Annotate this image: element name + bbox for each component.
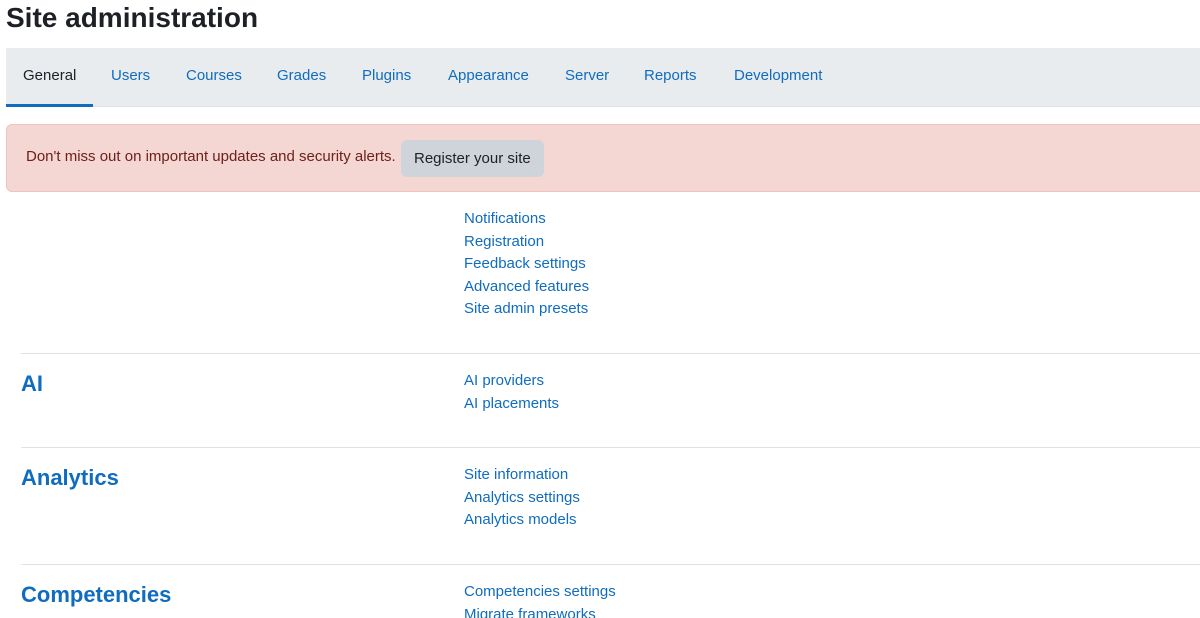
admin-tab-bar: General Users Courses Grades Plugins App… — [6, 48, 1200, 107]
tab-plugins[interactable]: Plugins — [345, 48, 428, 107]
analytics-links: Site information Analytics settings Anal… — [464, 464, 580, 532]
section-ai: AI AI providers AI placements — [21, 353, 1200, 448]
section-general: Notifications Registration Feedback sett… — [21, 207, 1200, 353]
tab-development[interactable]: Development — [717, 48, 839, 107]
tab-users[interactable]: Users — [94, 48, 167, 107]
tab-reports[interactable]: Reports — [627, 48, 714, 107]
list-item: Feedback settings — [464, 253, 589, 276]
tab-server[interactable]: Server — [548, 48, 626, 107]
list-item: Registration — [464, 231, 589, 254]
link-analytics-settings[interactable]: Analytics settings — [464, 489, 580, 506]
link-registration[interactable]: Registration — [464, 233, 544, 250]
alert-message: Don't miss out on important updates and … — [26, 148, 396, 165]
list-item: Site admin presets — [464, 298, 589, 321]
list-item: AI providers — [464, 370, 559, 393]
list-item: Site information — [464, 464, 580, 487]
tab-courses[interactable]: Courses — [169, 48, 259, 107]
link-competencies-settings[interactable]: Competencies settings — [464, 583, 616, 600]
link-notifications[interactable]: Notifications — [464, 210, 546, 227]
list-item: Analytics settings — [464, 487, 580, 510]
link-site-information[interactable]: Site information — [464, 466, 568, 483]
section-heading-competencies[interactable]: Competencies — [21, 582, 171, 608]
page: Site administration General Users Course… — [0, 0, 1200, 618]
link-feedback-settings[interactable]: Feedback settings — [464, 255, 586, 272]
list-item: Competencies settings — [464, 581, 616, 604]
list-item: Migrate frameworks — [464, 604, 616, 618]
link-site-admin-presets[interactable]: Site admin presets — [464, 300, 588, 317]
link-ai-providers[interactable]: AI providers — [464, 372, 544, 389]
tab-appearance[interactable]: Appearance — [431, 48, 546, 107]
list-item: Notifications — [464, 208, 589, 231]
link-advanced-features[interactable]: Advanced features — [464, 278, 589, 295]
section-competencies: Competencies Competencies settings Migra… — [21, 564, 1200, 618]
registration-alert: Don't miss out on important updates and … — [6, 124, 1200, 192]
tab-general[interactable]: General — [6, 48, 94, 107]
tab-grades[interactable]: Grades — [260, 48, 343, 107]
section-heading-ai[interactable]: AI — [21, 371, 43, 397]
link-analytics-models[interactable]: Analytics models — [464, 511, 577, 528]
register-site-button[interactable]: Register your site — [401, 140, 544, 177]
section-heading-analytics[interactable]: Analytics — [21, 465, 119, 491]
section-analytics: Analytics Site information Analytics set… — [21, 447, 1200, 565]
page-title: Site administration — [6, 2, 259, 33]
list-item: Analytics models — [464, 509, 580, 532]
list-item: Advanced features — [464, 276, 589, 299]
list-item: AI placements — [464, 393, 559, 416]
general-links: Notifications Registration Feedback sett… — [464, 208, 589, 321]
competencies-links: Competencies settings Migrate frameworks — [464, 581, 616, 618]
ai-links: AI providers AI placements — [464, 370, 559, 415]
link-migrate-frameworks[interactable]: Migrate frameworks — [464, 606, 596, 618]
link-ai-placements[interactable]: AI placements — [464, 395, 559, 412]
